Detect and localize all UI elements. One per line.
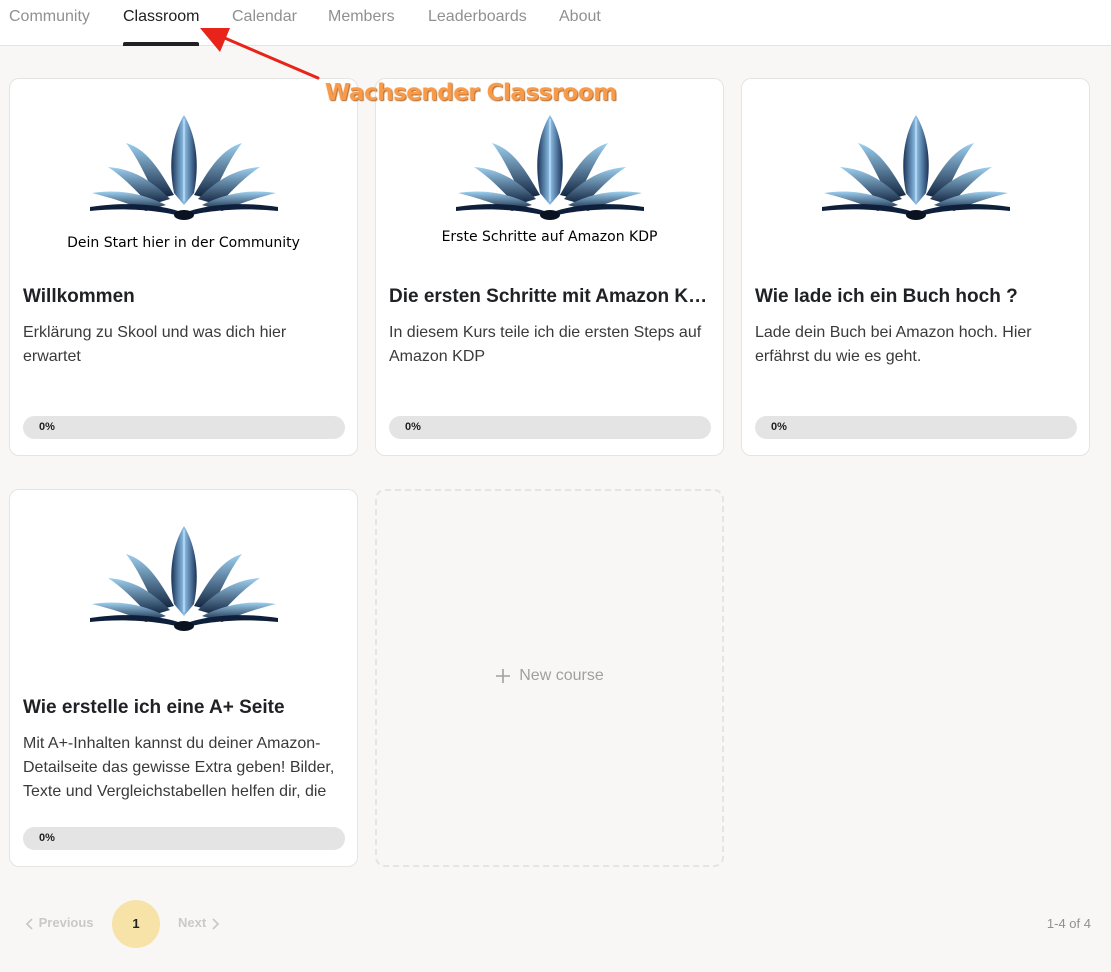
course-card-buch-hochladen[interactable]: Wie lade ich ein Buch hoch ? Lade dein B… bbox=[741, 78, 1090, 456]
course-thumbnail bbox=[742, 79, 1089, 271]
course-description: Mit A+-Inhalten kannst du deiner Amazon-… bbox=[23, 735, 335, 800]
progress-percent: 0% bbox=[771, 421, 787, 433]
progress-percent: 0% bbox=[39, 832, 55, 844]
course-title: Willkommen bbox=[23, 286, 135, 307]
tab-classroom[interactable]: Classroom bbox=[123, 0, 200, 46]
course-progress-bar: 0% bbox=[23, 416, 345, 439]
next-label: Next bbox=[178, 915, 207, 930]
tab-about[interactable]: About bbox=[559, 0, 601, 46]
course-title: Wie lade ich ein Buch hoch ? bbox=[755, 286, 1018, 307]
previous-page-button[interactable]: Previous bbox=[25, 915, 94, 930]
top-navigation: Community Classroom Calendar Members Lea… bbox=[0, 0, 1111, 46]
course-thumbnail bbox=[10, 490, 357, 682]
previous-label: Previous bbox=[38, 915, 94, 930]
tab-leaderboards[interactable]: Leaderboards bbox=[428, 0, 527, 46]
course-card-willkommen[interactable]: Dein Start hier in der Community Willkom… bbox=[9, 78, 358, 456]
progress-percent: 0% bbox=[39, 421, 55, 433]
course-progress-bar: 0% bbox=[23, 827, 345, 850]
course-description: In diesem Kurs teile ich die ersten Step… bbox=[389, 324, 702, 365]
course-title: Die ersten Schritte mit Amazon KDP bbox=[389, 286, 711, 307]
thumbnail-caption: Erste Schritte auf Amazon KDP bbox=[441, 229, 658, 245]
course-card-a-plus-seite[interactable]: Wie erstelle ich eine A+ Seite Mit A+-In… bbox=[9, 489, 358, 867]
annotation-arrow-icon bbox=[200, 28, 320, 80]
course-thumbnail: Erste Schritte auf Amazon KDP bbox=[376, 79, 723, 271]
new-course-content: New course bbox=[377, 667, 722, 685]
course-title: Wie erstelle ich eine A+ Seite bbox=[23, 697, 285, 718]
course-progress-bar: 0% bbox=[389, 416, 711, 439]
new-course-label: New course bbox=[519, 667, 604, 684]
course-description: Erklärung zu Skool und was dich hier erw… bbox=[23, 324, 287, 365]
course-description: Lade dein Buch bei Amazon hoch. Hier erf… bbox=[755, 324, 1032, 365]
open-book-icon bbox=[454, 113, 646, 223]
course-thumbnail: Dein Start hier in der Community bbox=[10, 79, 357, 271]
course-card-erste-schritte[interactable]: Erste Schritte auf Amazon KDP Die ersten… bbox=[375, 78, 724, 456]
tab-members[interactable]: Members bbox=[328, 0, 395, 46]
next-page-button[interactable]: Next bbox=[178, 915, 220, 930]
new-course-button[interactable]: New course bbox=[375, 489, 724, 867]
chevron-right-icon bbox=[212, 917, 220, 930]
pagination-range: 1-4 of 4 bbox=[1046, 916, 1091, 931]
open-book-icon bbox=[820, 113, 1012, 223]
open-book-icon bbox=[88, 524, 280, 634]
chevron-left-icon bbox=[25, 917, 33, 930]
page-number-current[interactable]: 1 bbox=[112, 900, 160, 948]
plus-icon bbox=[496, 668, 511, 683]
open-book-icon bbox=[88, 113, 280, 223]
annotation-label: Wachsender Classroom bbox=[325, 80, 617, 106]
tab-community[interactable]: Community bbox=[9, 0, 90, 46]
thumbnail-caption: Dein Start hier in der Community bbox=[67, 235, 300, 251]
progress-percent: 0% bbox=[405, 421, 421, 433]
course-progress-bar: 0% bbox=[755, 416, 1077, 439]
